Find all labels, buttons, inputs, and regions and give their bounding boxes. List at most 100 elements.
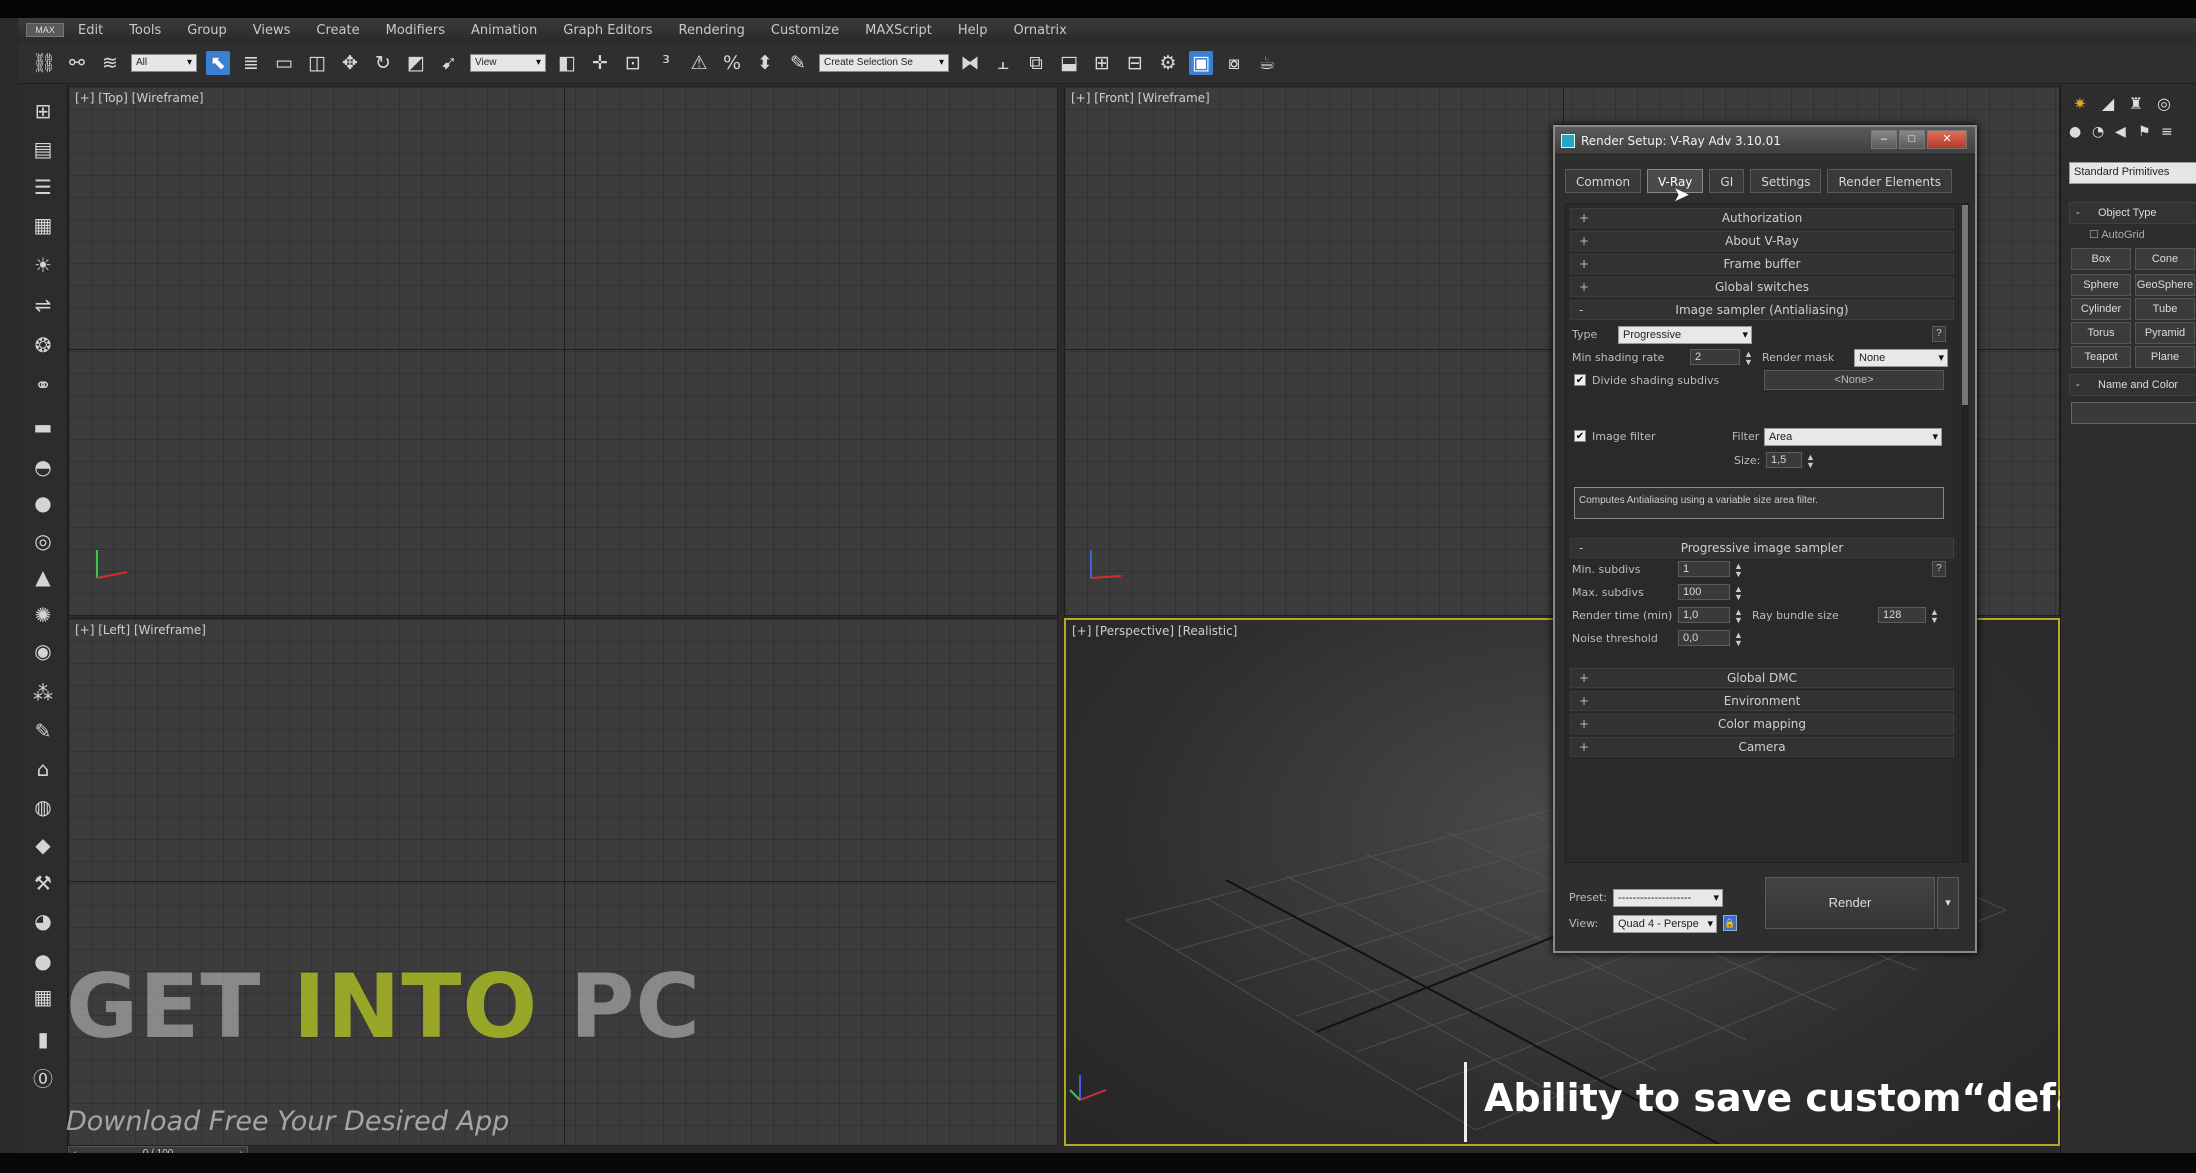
- geosphere-button[interactable]: GeoSphere: [2135, 274, 2195, 296]
- tab-gi[interactable]: GI: [1709, 169, 1745, 193]
- autogrid-checkbox[interactable]: ☐ AutoGrid: [2089, 228, 2145, 241]
- menu-maxscript[interactable]: MAXScript: [865, 23, 932, 38]
- select-move-icon[interactable]: ✥: [338, 51, 362, 75]
- sun-icon[interactable]: ✺: [30, 602, 56, 628]
- grid-icon[interactable]: ▦: [30, 984, 56, 1010]
- menu-create[interactable]: Create: [316, 23, 359, 38]
- space-warp-icon[interactable]: ❂: [30, 332, 56, 358]
- spinner-snap-icon[interactable]: ⬍: [753, 51, 777, 75]
- maximize-icon[interactable]: □: [1899, 130, 1925, 149]
- sphere-small-icon[interactable]: ◕: [30, 908, 56, 934]
- viewport-front-label[interactable]: [+] [Front] [Wireframe]: [1071, 91, 1210, 105]
- list-icon[interactable]: ☰: [30, 174, 56, 200]
- menu-group[interactable]: Group: [187, 23, 227, 38]
- dot-icon[interactable]: ●: [30, 948, 56, 974]
- rollout-image-sampler[interactable]: - Image sampler (Antialiasing): [1570, 300, 1954, 320]
- camera-icon[interactable]: ⌂: [30, 756, 56, 782]
- tab-render-elements[interactable]: Render Elements: [1827, 169, 1952, 193]
- snaps-toggle-icon[interactable]: ³: [654, 51, 678, 75]
- name-and-color-rollout[interactable]: - Name and Color: [2069, 374, 2196, 396]
- pivot-center-icon[interactable]: ◧: [555, 51, 579, 75]
- bone-icon[interactable]: ⚒: [30, 870, 56, 896]
- geometry-icon[interactable]: ●: [2069, 124, 2087, 140]
- render-setup-icon[interactable]: ▣: [1189, 50, 1213, 75]
- menu-rendering[interactable]: Rendering: [679, 23, 745, 38]
- ray-bundle-input[interactable]: 128: [1878, 607, 1926, 623]
- layer-explorer-icon[interactable]: ▤: [30, 136, 56, 162]
- rollout-global-dmc[interactable]: + Global DMC: [1570, 668, 1954, 688]
- teapot-button[interactable]: Teapot: [2071, 346, 2131, 368]
- modify-tab-icon[interactable]: ◢: [2097, 92, 2119, 114]
- globe-icon[interactable]: ◍: [30, 794, 56, 820]
- object-name-input[interactable]: [2071, 402, 2196, 424]
- tab-settings[interactable]: Settings: [1750, 169, 1822, 193]
- select-manipulate-icon[interactable]: ✛: [588, 51, 612, 75]
- angle-snap-icon[interactable]: ⚠: [687, 51, 711, 75]
- percent-snap-icon[interactable]: %: [720, 51, 744, 75]
- ring-icon[interactable]: ◉: [30, 638, 56, 664]
- rollout-progressive-sampler[interactable]: - Progressive image sampler: [1570, 538, 1954, 558]
- cameras-icon[interactable]: ⚑: [2138, 124, 2156, 140]
- viewport-top-label[interactable]: [+] [Top] [Wireframe]: [75, 91, 204, 105]
- rollout-color-mapping[interactable]: + Color mapping: [1570, 714, 1954, 734]
- view-dropdown[interactable]: Quad 4 - Perspe: [1613, 915, 1717, 933]
- schematic-view-icon[interactable]: ⊟: [1123, 51, 1147, 75]
- select-place-icon[interactable]: ➹: [437, 51, 461, 75]
- render-mask-dropdown[interactable]: None: [1854, 349, 1948, 367]
- noise-threshold-input[interactable]: 0,0: [1678, 630, 1730, 646]
- viewport-top[interactable]: [+] [Top] [Wireframe]: [68, 86, 1058, 616]
- min-shading-spinner-icon[interactable]: ▲ ▼: [1744, 350, 1753, 367]
- scrollbar-thumb[interactable]: [1962, 205, 1968, 405]
- reference-coordinate-dropdown[interactable]: View: [470, 53, 546, 72]
- shape-icon[interactable]: ◆: [30, 832, 56, 858]
- pyramid-button[interactable]: Pyramid: [2135, 322, 2195, 344]
- app-logo[interactable]: MAX: [26, 23, 64, 37]
- rollout-about-vray[interactable]: + About V-Ray: [1570, 231, 1954, 251]
- scene-explorer-icon[interactable]: ⊞: [30, 98, 56, 124]
- box-button[interactable]: Box: [2071, 248, 2131, 270]
- tube-button[interactable]: Tube: [2135, 298, 2195, 320]
- select-rotate-icon[interactable]: ↻: [371, 51, 395, 75]
- named-selection-dropdown[interactable]: Create Selection Se: [819, 53, 949, 72]
- light-icon[interactable]: ☀: [30, 252, 56, 278]
- max-subdivs-spinner-icon[interactable]: ▲ ▼: [1734, 585, 1743, 602]
- systems-icon[interactable]: ⚭: [30, 372, 56, 398]
- edit-named-selection-icon[interactable]: ✎: [786, 51, 810, 75]
- hemisphere-icon[interactable]: ◓: [30, 454, 56, 480]
- window-crossing-icon[interactable]: ◫: [305, 51, 329, 75]
- render-production-icon[interactable]: ☕: [1255, 51, 1279, 75]
- viewport-left[interactable]: [+] [Left] [Wireframe]: [68, 618, 1058, 1146]
- dialog-scrollbar[interactable]: [1961, 203, 1969, 863]
- display-floater-icon[interactable]: ▦: [30, 212, 56, 238]
- min-shading-rate-input[interactable]: 2: [1690, 349, 1740, 365]
- hair-icon[interactable]: ✎: [30, 718, 56, 744]
- shapes-icon[interactable]: ◔: [2092, 124, 2110, 140]
- render-time-spinner-icon[interactable]: ▲ ▼: [1734, 608, 1743, 625]
- plane-icon[interactable]: ▬: [30, 414, 56, 440]
- viewport-left-label[interactable]: [+] [Left] [Wireframe]: [75, 623, 206, 637]
- cone-icon[interactable]: ▲: [30, 564, 56, 590]
- mirror-icon[interactable]: ⧓: [958, 51, 982, 75]
- torus-icon[interactable]: ◎: [30, 528, 56, 554]
- bars-icon[interactable]: ▮: [30, 1026, 56, 1052]
- graphite-ribbon-icon[interactable]: ⬓: [1057, 51, 1081, 75]
- progressive-help-button[interactable]: ?: [1932, 561, 1946, 577]
- rectangular-selection-icon[interactable]: ▭: [272, 51, 296, 75]
- select-by-name-icon[interactable]: ≣: [239, 51, 263, 75]
- menu-tools[interactable]: Tools: [129, 23, 161, 38]
- motion-tab-icon[interactable]: ◎: [2153, 92, 2175, 114]
- rollout-camera[interactable]: + Camera: [1570, 737, 1954, 757]
- cone-button[interactable]: Cone: [2135, 248, 2195, 270]
- helpers-icon[interactable]: ≡: [2161, 124, 2179, 140]
- menu-animation[interactable]: Animation: [471, 23, 537, 38]
- unlink-icon[interactable]: ⚯: [65, 51, 89, 75]
- rollout-global-switches[interactable]: + Global switches: [1570, 277, 1954, 297]
- bind-space-warp-icon[interactable]: ≋: [98, 51, 122, 75]
- select-link-icon[interactable]: ⛓: [32, 51, 56, 75]
- filter-type-dropdown[interactable]: Area: [1764, 428, 1942, 446]
- minimize-icon[interactable]: –: [1871, 130, 1897, 149]
- view-lock-icon[interactable]: 🔒: [1723, 915, 1737, 931]
- filter-size-spinner-icon[interactable]: ▲ ▼: [1806, 453, 1815, 470]
- align-icon[interactable]: ⫠: [991, 51, 1015, 75]
- render-time-input[interactable]: 1,0: [1678, 607, 1730, 623]
